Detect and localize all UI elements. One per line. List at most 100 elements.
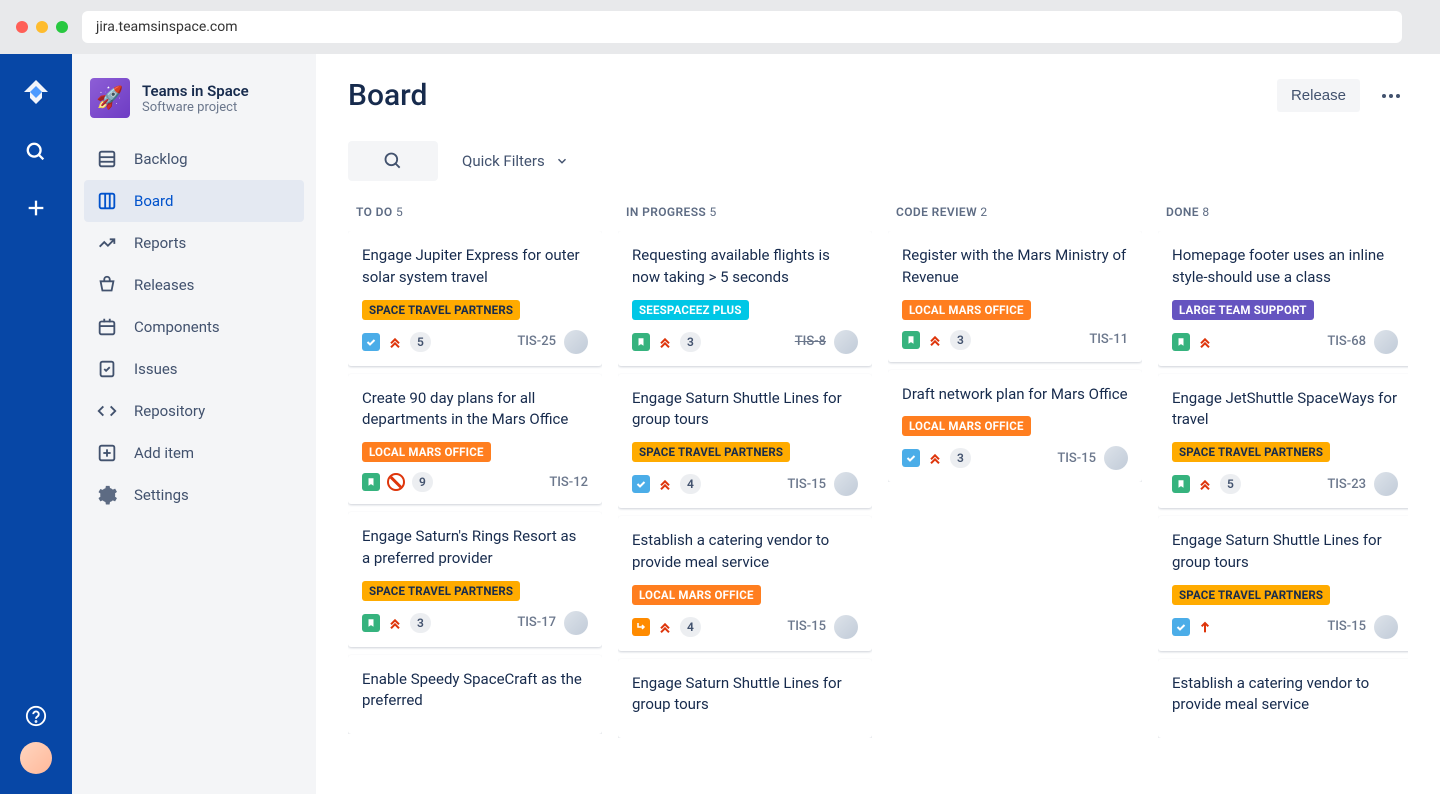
issue-card[interactable]: Register with the Mars Ministry of Reven… — [888, 231, 1142, 362]
story-points-badge: 3 — [950, 330, 971, 350]
task-type-icon — [632, 475, 650, 493]
issue-key: TIS-12 — [549, 475, 588, 490]
assignee-avatar[interactable] — [1374, 330, 1398, 354]
card-footer-left: 9 — [362, 472, 433, 492]
epic-label: SPACE TRAVEL PARTNERS — [362, 300, 520, 320]
card-footer-left: 3 — [632, 332, 701, 352]
task-type-icon — [362, 333, 380, 351]
issue-card[interactable]: Engage JetShuttle SpaceWays for travelSP… — [1158, 374, 1408, 509]
release-button[interactable]: Release — [1277, 79, 1360, 112]
issue-card[interactable]: Draft network plan for Mars OfficeLOCAL … — [888, 370, 1142, 483]
maximize-window-button[interactable] — [56, 21, 68, 33]
card-footer-left: 5 — [1172, 474, 1241, 494]
issue-key: TIS-8 — [795, 334, 826, 349]
sidebar-item-board[interactable]: Board — [84, 180, 304, 222]
issue-card[interactable]: Engage Saturn's Rings Resort as a prefer… — [348, 512, 602, 647]
issue-title: Register with the Mars Ministry of Reven… — [902, 245, 1128, 289]
url-bar[interactable]: jira.teamsinspace.com — [82, 11, 1402, 43]
project-sidebar: 🚀 Teams in Space Software project Backlo… — [72, 54, 316, 794]
sidebar-icon — [96, 442, 118, 464]
issue-card[interactable]: Engage Saturn Shuttle Lines for group to… — [618, 659, 872, 739]
column-title: TO DO — [356, 205, 393, 219]
profile-avatar[interactable] — [20, 742, 52, 774]
story-type-icon — [362, 614, 380, 632]
sidebar-item-backlog[interactable]: Backlog — [84, 138, 304, 180]
issue-card[interactable]: Homepage footer uses an inline style-sho… — [1158, 231, 1408, 366]
minimize-window-button[interactable] — [36, 21, 48, 33]
issue-title: Homepage footer uses an inline style-sho… — [1172, 245, 1398, 289]
epic-label: SPACE TRAVEL PARTNERS — [362, 581, 520, 601]
issue-key: TIS-15 — [1057, 451, 1096, 466]
issue-card[interactable]: Enable Speedy SpaceCraft as the preferre… — [348, 655, 602, 735]
column-header: TO DO 5 — [348, 205, 602, 231]
card-footer-right: TIS-15 — [1327, 615, 1398, 639]
sidebar-icon — [96, 400, 118, 422]
column-header: DONE 8 — [1158, 205, 1408, 231]
priority-highest-icon — [387, 334, 403, 350]
issue-card[interactable]: Establish a catering vendor to provide m… — [618, 516, 872, 651]
assignee-avatar[interactable] — [834, 330, 858, 354]
epic-label: LOCAL MARS OFFICE — [362, 442, 491, 462]
story-type-icon — [902, 331, 920, 349]
assignee-avatar[interactable] — [564, 611, 588, 635]
sidebar-item-components[interactable]: Components — [84, 306, 304, 348]
issue-card[interactable]: Establish a catering vendor to provide m… — [1158, 659, 1408, 739]
help-icon[interactable] — [22, 702, 50, 730]
card-footer-right: TIS-15 — [787, 472, 858, 496]
card-footer-right: TIS-12 — [549, 475, 588, 490]
issue-card[interactable]: Engage Saturn Shuttle Lines for group to… — [1158, 516, 1408, 651]
sidebar-icon — [96, 484, 118, 506]
assignee-avatar[interactable] — [834, 615, 858, 639]
sidebar-item-settings[interactable]: Settings — [84, 474, 304, 516]
issue-card[interactable]: Requesting available flights is now taki… — [618, 231, 872, 366]
issue-card[interactable]: Create 90 day plans for all departments … — [348, 374, 602, 505]
sidebar-item-issues[interactable]: Issues — [84, 348, 304, 390]
column-title: IN PROGRESS — [626, 205, 706, 219]
create-icon[interactable] — [22, 194, 50, 222]
sidebar-item-repository[interactable]: Repository — [84, 390, 304, 432]
task-type-icon — [902, 449, 920, 467]
column-header: CODE REVIEW 2 — [888, 205, 1142, 231]
assignee-avatar[interactable] — [564, 330, 588, 354]
assignee-avatar[interactable] — [1374, 615, 1398, 639]
epic-label: SEESPACEEZ PLUS — [632, 300, 749, 320]
column-header: IN PROGRESS 5 — [618, 205, 872, 231]
sidebar-icon — [96, 358, 118, 380]
card-footer: 3TIS-17 — [362, 611, 588, 635]
card-footer: 4TIS-15 — [632, 615, 858, 639]
issue-key: TIS-17 — [517, 615, 556, 630]
story-points-badge: 9 — [412, 472, 433, 492]
priority-highest-icon — [927, 332, 943, 348]
search-icon[interactable] — [22, 138, 50, 166]
assignee-avatar[interactable] — [1104, 446, 1128, 470]
board-column: DONE 8 Homepage footer uses an inline sty… — [1158, 205, 1408, 794]
close-window-button[interactable] — [16, 21, 28, 33]
story-points-badge: 3 — [680, 332, 701, 352]
sidebar-icon — [96, 232, 118, 254]
sidebar-item-add-item[interactable]: Add item — [84, 432, 304, 474]
main-content: Board Release Quick Filters TO DO 5Engag… — [316, 54, 1440, 794]
card-footer-left: 3 — [902, 448, 971, 468]
card-footer: 9 TIS-12 — [362, 472, 588, 492]
more-actions-icon[interactable] — [1374, 79, 1408, 113]
issue-card[interactable]: Engage Jupiter Express for outer solar s… — [348, 231, 602, 366]
search-input[interactable] — [348, 141, 438, 181]
chevron-down-icon — [555, 154, 569, 168]
issue-key: TIS-23 — [1327, 477, 1366, 492]
sidebar-item-reports[interactable]: Reports — [84, 222, 304, 264]
card-footer-right: TIS-17 — [517, 611, 588, 635]
issue-key: TIS-68 — [1327, 334, 1366, 349]
sidebar-icon — [96, 148, 118, 170]
card-footer: 3 TIS-8 — [632, 330, 858, 354]
quick-filters-dropdown[interactable]: Quick Filters — [462, 152, 569, 170]
sidebar-icon — [96, 190, 118, 212]
assignee-avatar[interactable] — [834, 472, 858, 496]
browser-chrome: jira.teamsinspace.com — [0, 0, 1440, 54]
sidebar-item-releases[interactable]: Releases — [84, 264, 304, 306]
story-points-badge: 3 — [950, 448, 971, 468]
jira-logo-icon[interactable] — [20, 78, 52, 110]
issue-key: TIS-15 — [1327, 619, 1366, 634]
assignee-avatar[interactable] — [1374, 472, 1398, 496]
column-body: Homepage footer uses an inline style-sho… — [1158, 231, 1408, 738]
issue-card[interactable]: Engage Saturn Shuttle Lines for group to… — [618, 374, 872, 509]
